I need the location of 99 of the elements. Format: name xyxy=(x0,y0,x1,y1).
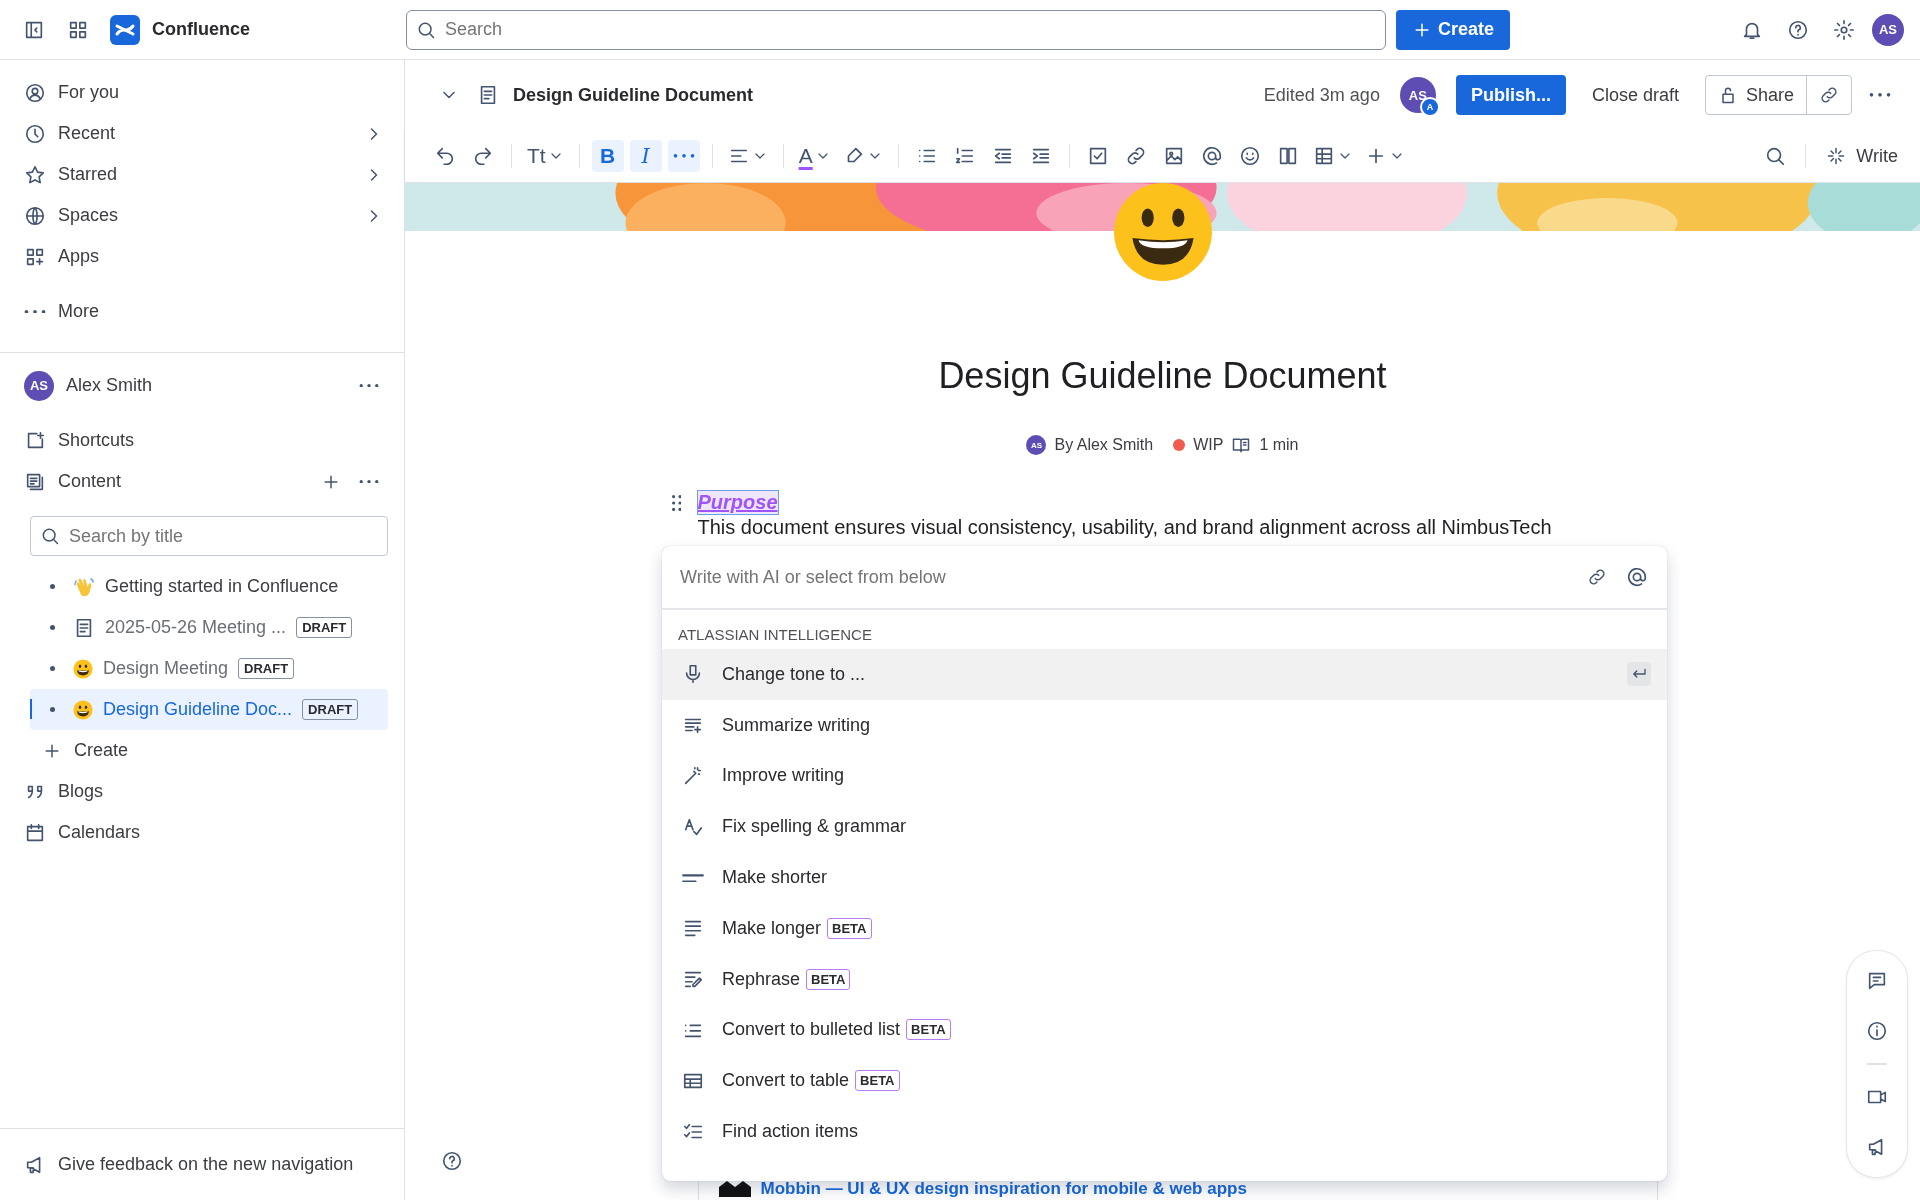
toolbar-button[interactable]: Tt xyxy=(524,140,567,172)
link[interactable]: Mobbin — UI & UX design inspiration for mobile & web apps xyxy=(760,1181,1247,1197)
toolbar-button[interactable]: B xyxy=(591,140,624,172)
status-lozenge: DRAFT xyxy=(238,658,295,679)
beta-lozenge: BETA xyxy=(806,968,851,990)
app-name: Confluence xyxy=(152,19,250,40)
menu-item[interactable]: Change tone to ... xyxy=(662,649,1667,700)
page-tree-item[interactable]: 2025-05-26 Meeting ... DRAFT xyxy=(30,607,388,648)
author-avatar: AS xyxy=(1026,435,1047,455)
menu-item[interactable]: Summarize writing xyxy=(662,699,1667,751)
status-lozenge: DRAFT xyxy=(296,617,353,638)
author-name: By Alex Smith xyxy=(1054,436,1154,454)
logo-icon xyxy=(718,1181,751,1197)
section-title: Content xyxy=(58,471,123,492)
section-heading: Purpose xyxy=(697,491,778,514)
create-link[interactable]: Create xyxy=(20,730,388,771)
waving-hand-icon xyxy=(73,575,95,598)
undo-icon xyxy=(434,145,456,167)
clock-icon xyxy=(24,122,46,145)
beta-lozenge: BETA xyxy=(906,1019,951,1041)
sidebar-item[interactable]: More xyxy=(20,291,388,332)
feedback-link[interactable]: Give feedback on the new navigation xyxy=(0,1128,404,1200)
help-icon xyxy=(1787,18,1809,41)
settings-icon xyxy=(1833,18,1855,41)
edited-time: Edited 3m ago xyxy=(1263,84,1380,106)
more-icon xyxy=(672,154,695,158)
wand-icon xyxy=(682,765,704,787)
document-title: Design Guideline Document xyxy=(937,355,1388,397)
toolbar-button[interactable] xyxy=(667,140,700,172)
page-title: Design Guideline Doc... xyxy=(103,699,293,720)
smiley-icon xyxy=(73,658,93,679)
write-button[interactable]: Write xyxy=(1818,145,1906,167)
sidebar-item[interactable]: Shortcuts xyxy=(20,420,388,461)
menu-item[interactable]: Make longer BETA xyxy=(662,903,1667,954)
drag-handle-icon xyxy=(671,494,682,511)
profile-avatar[interactable]: AS xyxy=(1872,13,1904,46)
toolbar-button[interactable]: I xyxy=(629,140,662,172)
smiley-icon xyxy=(1111,181,1214,283)
space-avatar: AS xyxy=(24,370,54,401)
paragraph: This document ensures visual consistency, usability, and brand alignment across all NimbusTech xyxy=(697,516,1553,538)
logo-icon xyxy=(110,14,140,45)
publish-button[interactable]: Publish... xyxy=(1455,75,1566,115)
menu-item[interactable]: Find action items xyxy=(662,1106,1667,1157)
menu-item[interactable]: Improve writing xyxy=(662,750,1667,802)
more-icon xyxy=(359,479,379,484)
status-label: WIP xyxy=(1193,436,1224,454)
menu-item[interactable]: Fix spelling & grammar xyxy=(662,801,1667,853)
beta-lozenge: BETA xyxy=(827,917,872,939)
menu-item[interactable]: Convert to bulleted list BETA xyxy=(662,1004,1667,1056)
prompt-field[interactable]: Write with AI or select from below xyxy=(678,565,1575,589)
book-icon xyxy=(1231,435,1252,455)
search-field[interactable]: Search xyxy=(406,9,1386,50)
info-icon xyxy=(1866,1020,1888,1042)
sidebar-item[interactable]: For you xyxy=(20,72,388,113)
help-icon xyxy=(441,1150,463,1172)
help-button[interactable] xyxy=(441,1150,463,1172)
globe-icon xyxy=(24,204,46,227)
emoji-icon xyxy=(1238,145,1261,167)
mention-icon xyxy=(1200,145,1223,167)
read-time: 1 min xyxy=(1259,436,1299,454)
more-icon xyxy=(1869,93,1891,97)
sidebar-item[interactable]: Starred xyxy=(20,154,388,195)
person-icon xyxy=(24,81,46,104)
toolbar-button[interactable]: A xyxy=(795,140,834,172)
more-icon xyxy=(24,309,46,314)
page-tree-item[interactable]: Design Meeting DRAFT xyxy=(30,648,388,689)
sparkle-icon xyxy=(1826,146,1847,166)
sidebar-item[interactable]: Blogs xyxy=(20,771,388,812)
section-title: ATLASSIAN INTELLIGENCE xyxy=(677,625,873,645)
smiley-icon xyxy=(73,699,93,720)
sidebar-item[interactable]: Recent xyxy=(20,113,388,154)
sidebar-item[interactable]: Apps xyxy=(20,236,388,277)
menu-item[interactable]: Rephrase BETA xyxy=(662,953,1667,1005)
search-icon xyxy=(1764,145,1787,167)
calendar-icon xyxy=(24,821,46,844)
sidebar-item[interactable]: Calendars xyxy=(20,812,388,853)
close-draft-button[interactable]: Close draft xyxy=(1575,75,1695,115)
page-tree-item[interactable]: Getting started in Confluence xyxy=(30,566,388,607)
comment-icon xyxy=(1866,970,1888,992)
star-icon xyxy=(24,163,46,186)
create-button[interactable]: Create xyxy=(1396,9,1511,50)
sidebar-item[interactable]: Spaces xyxy=(20,195,388,236)
page-title: Design Guideline Document xyxy=(513,84,755,106)
page-title: Getting started in Confluence xyxy=(105,576,339,597)
beta-lozenge: BETA xyxy=(855,1070,900,1092)
space-name: Alex Smith xyxy=(66,375,154,396)
status-lozenge: DRAFT xyxy=(302,699,359,720)
search-field[interactable]: Search by title xyxy=(30,516,388,556)
mention-icon xyxy=(1626,566,1648,588)
menu-item[interactable]: Make shorter xyxy=(662,852,1667,903)
more-icon xyxy=(359,383,379,388)
page-title: Design Meeting xyxy=(103,658,229,679)
short-lines-icon xyxy=(682,872,704,883)
page-tree-item[interactable]: Design Guideline Doc... DRAFT xyxy=(30,689,388,730)
link-icon xyxy=(1587,567,1607,587)
link-icon xyxy=(1819,85,1839,105)
page-title: 2025-05-26 Meeting ... xyxy=(105,617,287,638)
redo-icon xyxy=(472,145,494,167)
menu-item[interactable]: Convert to table BETA xyxy=(662,1055,1667,1107)
